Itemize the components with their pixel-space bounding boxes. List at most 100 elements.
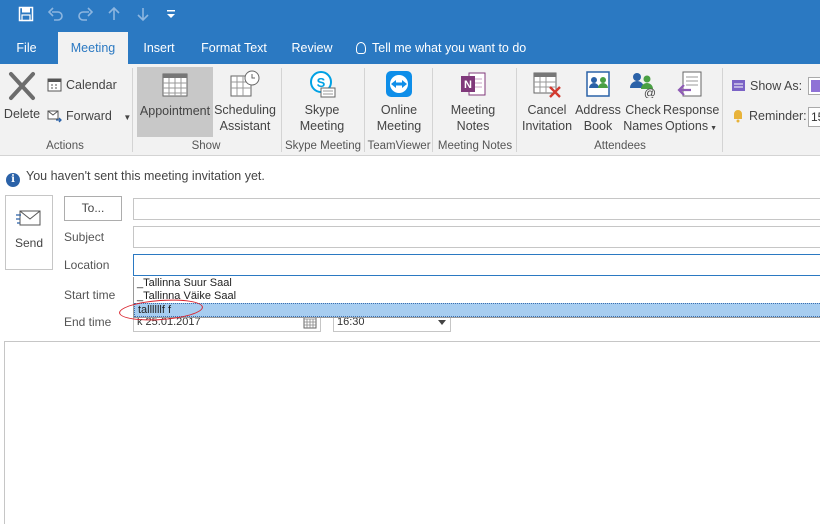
group-label-actions: Actions bbox=[46, 140, 84, 152]
location-suggestion[interactable]: _Tallinna Suur Saal bbox=[134, 277, 820, 290]
online-label-1: Online bbox=[380, 103, 418, 117]
cancel-label-2: Invitation bbox=[521, 119, 573, 133]
response-options-button[interactable]: Response Options ▼ bbox=[663, 70, 719, 138]
arrow-up-icon[interactable] bbox=[104, 6, 124, 26]
send-button[interactable]: Send bbox=[5, 195, 53, 270]
send-label: Send bbox=[14, 236, 44, 250]
tab-format-text[interactable]: Format Text bbox=[194, 32, 274, 64]
location-suggestion-highlighted[interactable]: tallllllf f bbox=[134, 303, 820, 317]
tab-file[interactable]: File bbox=[0, 32, 53, 64]
to-field[interactable] bbox=[133, 198, 820, 220]
customize-quick-access-icon[interactable] bbox=[161, 6, 181, 26]
message-body[interactable] bbox=[4, 341, 820, 524]
info-icon: i bbox=[6, 173, 20, 187]
subject-label: Subject bbox=[64, 230, 105, 244]
tab-meeting[interactable]: Meeting bbox=[58, 32, 128, 64]
skype-meeting-button[interactable]: S Skype Meeting bbox=[290, 70, 354, 138]
end-time-label: End time bbox=[64, 315, 112, 329]
forward-label: Forward bbox=[66, 109, 112, 123]
reminder-dropdown[interactable]: 15 bbox=[808, 107, 820, 127]
busy-color-swatch bbox=[811, 80, 820, 92]
chevron-down-icon[interactable] bbox=[438, 320, 446, 325]
show-as-dropdown[interactable] bbox=[808, 77, 820, 95]
location-field[interactable] bbox=[133, 254, 820, 276]
skype-label-1: Skype bbox=[304, 103, 340, 117]
cancel-invitation-button[interactable]: Cancel Invitation bbox=[519, 70, 575, 138]
group-label-show: Show bbox=[191, 140, 221, 152]
address-book-icon bbox=[584, 70, 612, 98]
appointment-button[interactable]: Appointment bbox=[137, 67, 213, 137]
response-label-2: Options ▼ bbox=[664, 119, 718, 133]
chevron-down-icon: ▼ bbox=[710, 125, 718, 132]
chevron-down-icon: ▼ bbox=[123, 113, 132, 122]
online-label-2: Meeting bbox=[376, 119, 422, 133]
calendar-icon bbox=[47, 77, 62, 97]
subject-field[interactable] bbox=[133, 226, 820, 248]
tab-review[interactable]: Review bbox=[284, 32, 340, 64]
skype-label-2: Meeting bbox=[299, 119, 345, 133]
bell-icon bbox=[731, 108, 745, 128]
scheduling-icon bbox=[229, 70, 261, 98]
tab-insert[interactable]: Insert bbox=[134, 32, 184, 64]
quick-access-toolbar bbox=[0, 0, 820, 32]
delete-button[interactable]: Delete bbox=[2, 70, 42, 130]
appointment-icon bbox=[161, 71, 189, 99]
scheduling-label-1: Scheduling bbox=[214, 103, 276, 117]
teamviewer-icon bbox=[385, 70, 413, 98]
forward-button[interactable]: Forward ▼ bbox=[47, 107, 131, 125]
skype-icon: S bbox=[307, 70, 337, 98]
location-suggestion[interactable]: _Tallinna Väike Saal bbox=[134, 290, 820, 303]
check-names-icon: @ bbox=[628, 70, 658, 100]
group-label-skype: Skype Meeting bbox=[284, 140, 362, 152]
address-label-2: Book bbox=[583, 119, 613, 133]
calendar-label: Calendar bbox=[66, 78, 117, 92]
start-time-label: Start time bbox=[64, 288, 116, 302]
check-names-button[interactable]: @ Check Names bbox=[622, 70, 664, 138]
group-separator bbox=[516, 68, 517, 152]
calendar-button[interactable]: Calendar bbox=[47, 76, 117, 94]
arrow-down-icon[interactable] bbox=[133, 6, 153, 26]
address-label-1: Address bbox=[575, 103, 621, 117]
check-label-1: Check bbox=[625, 103, 661, 117]
cancel-label-1: Cancel bbox=[527, 103, 567, 117]
show-as-control[interactable]: Show As: bbox=[731, 77, 802, 95]
reminder-control: Reminder: bbox=[731, 107, 807, 125]
group-separator bbox=[432, 68, 433, 152]
delete-label: Delete bbox=[3, 107, 41, 121]
meeting-notes-button[interactable]: N Meeting Notes bbox=[440, 70, 506, 138]
reminder-label: Reminder: bbox=[749, 109, 807, 123]
group-label-meeting-notes: Meeting Notes bbox=[437, 140, 513, 152]
undo-icon[interactable] bbox=[46, 6, 66, 26]
to-button[interactable]: To... bbox=[64, 196, 122, 221]
show-as-label: Show As: bbox=[750, 79, 803, 93]
svg-text:N: N bbox=[464, 79, 472, 91]
redo-icon[interactable] bbox=[75, 6, 95, 26]
appointment-label: Appointment bbox=[139, 104, 211, 118]
online-meeting-button[interactable]: Online Meeting bbox=[368, 70, 430, 138]
response-options-icon bbox=[677, 70, 705, 98]
lightbulb-icon bbox=[356, 42, 366, 54]
check-label-2: Names bbox=[623, 119, 663, 133]
ribbon: Delete Calendar Forward ▼ Actions Appoin… bbox=[0, 64, 820, 156]
delete-x-icon bbox=[6, 70, 38, 102]
group-separator bbox=[722, 68, 723, 152]
notes-label-2: Notes bbox=[456, 119, 490, 133]
scheduling-label-2: Assistant bbox=[219, 119, 271, 133]
scheduling-assistant-button[interactable]: Scheduling Assistant bbox=[214, 70, 276, 138]
address-book-button[interactable]: Address Book bbox=[575, 70, 621, 138]
send-envelope-icon bbox=[16, 210, 42, 226]
save-icon[interactable] bbox=[16, 6, 36, 26]
notes-label-1: Meeting bbox=[450, 103, 496, 117]
group-label-teamviewer: TeamViewer bbox=[367, 140, 431, 152]
tell-me-search[interactable]: Tell me what you want to do bbox=[356, 32, 536, 64]
location-label: Location bbox=[64, 258, 110, 272]
info-message: You haven't sent this meeting invitation… bbox=[26, 169, 265, 183]
group-separator bbox=[132, 68, 133, 152]
response-label-1: Response bbox=[663, 103, 720, 117]
show-as-icon bbox=[731, 78, 746, 98]
ribbon-tabs: File Meeting Insert Format Text Review T… bbox=[0, 32, 820, 64]
svg-text:@: @ bbox=[644, 86, 656, 98]
group-separator bbox=[281, 68, 282, 152]
onenote-icon: N bbox=[459, 70, 487, 98]
forward-icon bbox=[47, 108, 62, 128]
